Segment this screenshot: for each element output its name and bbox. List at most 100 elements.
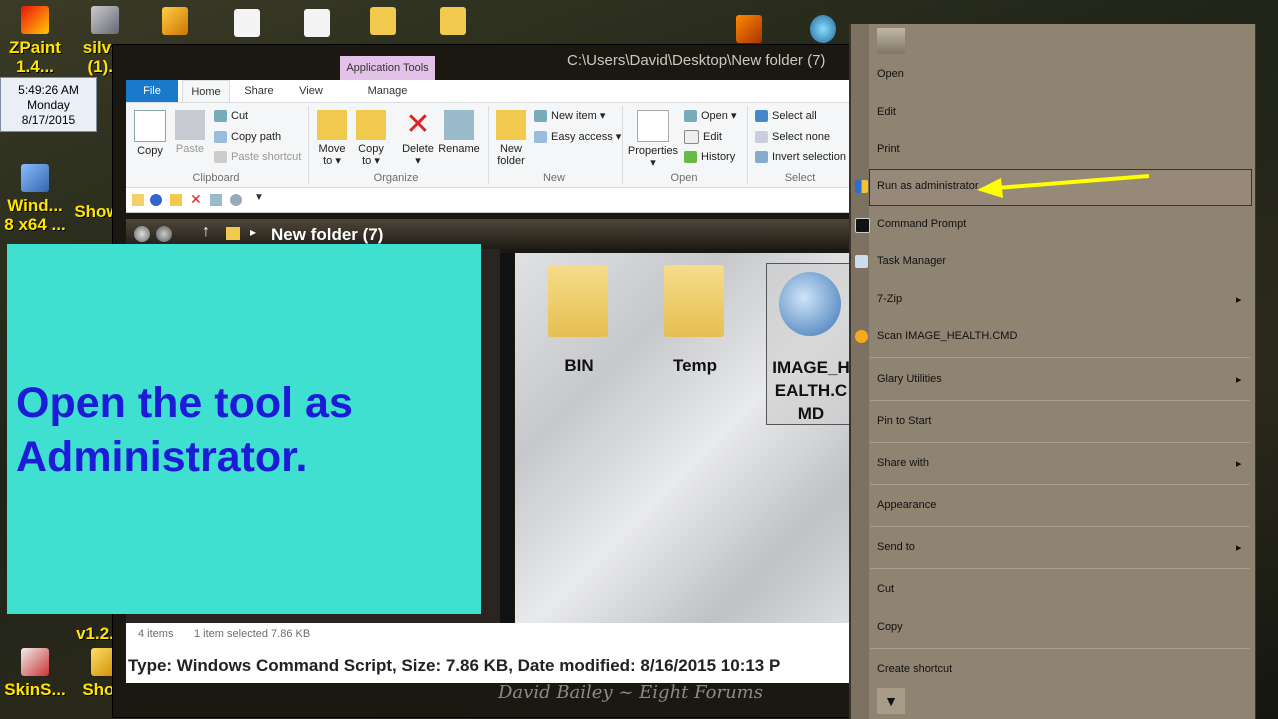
- edit-button[interactable]: Edit: [684, 130, 722, 145]
- menu-item-glary-utilities[interactable]: Glary Utilities: [877, 373, 942, 385]
- back-icon[interactable]: [134, 226, 150, 242]
- file-name-bin[interactable]: BIN: [540, 356, 618, 376]
- select-none-button[interactable]: Select none: [755, 130, 830, 144]
- select-all-button[interactable]: Select all: [755, 109, 817, 123]
- file-name-line: IMAGE_H: [772, 358, 850, 377]
- app-shortcut-icon[interactable]: [736, 15, 762, 43]
- submenu-arrow-icon: ▸: [1236, 294, 1242, 306]
- submenu-arrow-icon: ▸: [1236, 458, 1242, 470]
- menu-item-copy[interactable]: Copy: [877, 621, 903, 633]
- group-label-new: New: [542, 172, 565, 184]
- menu-item-scan[interactable]: Scan IMAGE_HEALTH.CMD: [877, 330, 1017, 342]
- menu-item-share-with[interactable]: Share with: [877, 457, 929, 469]
- copy-to-button[interactable]: Copy to ▾: [355, 110, 387, 167]
- menu-item-cut[interactable]: Cut: [877, 583, 894, 595]
- up-arrow-icon[interactable]: ↑: [202, 223, 210, 241]
- properties-icon: [637, 110, 669, 142]
- command-prompt-icon: [855, 218, 870, 233]
- new-folder-label-2: folder: [497, 155, 525, 167]
- qat-dropdown-icon[interactable]: ▼: [254, 192, 264, 203]
- forward-icon[interactable]: [156, 226, 172, 242]
- tab-manage[interactable]: Manage: [340, 80, 435, 102]
- file-name-temp[interactable]: Temp: [656, 356, 734, 376]
- paste-shortcut-icon: [214, 151, 227, 164]
- folder-icon[interactable]: [664, 265, 724, 337]
- new-folder-button[interactable]: New folder: [494, 110, 528, 167]
- menu-item-7zip[interactable]: 7-Zip: [877, 293, 902, 305]
- properties-arrow: ▾: [650, 157, 656, 169]
- menu-item-pin-to-start[interactable]: Pin to Start: [877, 415, 931, 427]
- file-name-line: MD: [797, 404, 825, 423]
- rename-button[interactable]: Rename: [438, 110, 480, 155]
- rename-icon: [444, 110, 474, 140]
- windows-icon: [21, 164, 49, 192]
- properties-qat-icon[interactable]: [132, 194, 144, 206]
- menu-item-send-to[interactable]: Send to: [877, 541, 915, 553]
- open-icon: [684, 110, 697, 123]
- history-button[interactable]: History: [684, 150, 735, 164]
- menu-separator: [870, 484, 1250, 485]
- ribbon-separator: [747, 106, 748, 184]
- undo-icon[interactable]: [150, 194, 162, 206]
- invert-selection-button[interactable]: Invert selection: [755, 150, 846, 164]
- rename-label: Rename: [438, 143, 480, 155]
- menu-separator: [870, 442, 1250, 443]
- file-thumbnail: [877, 28, 905, 54]
- paste-shortcut-label: Paste shortcut: [231, 151, 302, 163]
- globe-icon[interactable]: [810, 15, 836, 43]
- folder-icon[interactable]: [548, 265, 608, 337]
- key-icon[interactable]: [162, 7, 188, 35]
- document-icon[interactable]: [304, 9, 330, 37]
- group-label-open: Open: [670, 172, 698, 184]
- address-path[interactable]: New folder (7): [271, 225, 383, 245]
- folder-icon[interactable]: [440, 7, 466, 35]
- properties-button[interactable]: Properties ▾: [627, 110, 679, 169]
- delete-button[interactable]: ✕ Delete ▾: [400, 110, 436, 168]
- new-folder-qat-icon[interactable]: [170, 194, 182, 206]
- contextual-tab-label: Application Tools: [340, 56, 435, 80]
- tab-home[interactable]: Home: [182, 80, 230, 103]
- paste-shortcut-button[interactable]: Paste shortcut: [214, 150, 301, 164]
- redo-icon[interactable]: [230, 194, 242, 206]
- document-icon[interactable]: [234, 9, 260, 37]
- zpaint-icon: [21, 6, 49, 34]
- move-folder-icon: [317, 110, 347, 140]
- menu-separator: [870, 648, 1250, 649]
- computer-icon: [91, 6, 119, 34]
- selected-file-item[interactable]: IMAGE_H EALTH.C MD: [766, 263, 856, 425]
- scrollbar[interactable]: [500, 253, 514, 623]
- copy-button[interactable]: Copy: [134, 110, 166, 157]
- menu-item-appearance[interactable]: Appearance: [877, 499, 936, 511]
- menu-item-create-shortcut[interactable]: Create shortcut: [877, 663, 952, 675]
- menu-item-command-prompt[interactable]: Command Prompt: [877, 218, 966, 230]
- cut-button[interactable]: Cut: [214, 109, 248, 123]
- chevron-right-icon[interactable]: ▸: [250, 225, 256, 239]
- annotation-text: Open the tool as Administrator.: [16, 376, 353, 484]
- copy-to-label: Copy: [358, 143, 384, 155]
- menu-item-print[interactable]: Print: [877, 143, 900, 155]
- select-all-icon: [755, 110, 768, 123]
- tab-share[interactable]: Share: [236, 80, 282, 102]
- paste-button[interactable]: Paste: [174, 110, 206, 155]
- menu-scroll-down-icon[interactable]: ▼: [877, 688, 905, 714]
- signature-watermark: David Bailey ~ Eight Forums: [498, 682, 763, 703]
- clock-day: Monday: [27, 98, 70, 112]
- new-item-button[interactable]: New item ▾: [534, 109, 605, 123]
- edit-icon: [684, 130, 699, 145]
- status-bar: 4 items 1 item selected 7.86 KB: [126, 623, 850, 649]
- menu-item-run-as-administrator[interactable]: Run as administrator: [877, 180, 979, 192]
- tab-file[interactable]: File: [126, 80, 178, 102]
- delete-qat-icon[interactable]: ✕: [190, 191, 202, 208]
- menu-item-open[interactable]: Open: [877, 68, 904, 80]
- move-to-button[interactable]: Move to ▾: [316, 110, 348, 167]
- menu-item-edit[interactable]: Edit: [877, 106, 896, 118]
- easy-access-icon: [534, 131, 547, 144]
- menu-item-task-manager[interactable]: Task Manager: [877, 255, 946, 267]
- copy-path-button[interactable]: Copy path: [214, 130, 281, 144]
- folder-icon[interactable]: [370, 7, 396, 35]
- tab-view[interactable]: View: [288, 80, 334, 102]
- open-button[interactable]: Open ▾: [684, 109, 737, 123]
- rename-qat-icon[interactable]: [210, 194, 222, 206]
- submenu-arrow-icon: ▸: [1236, 542, 1242, 554]
- easy-access-button[interactable]: Easy access ▾: [534, 130, 621, 144]
